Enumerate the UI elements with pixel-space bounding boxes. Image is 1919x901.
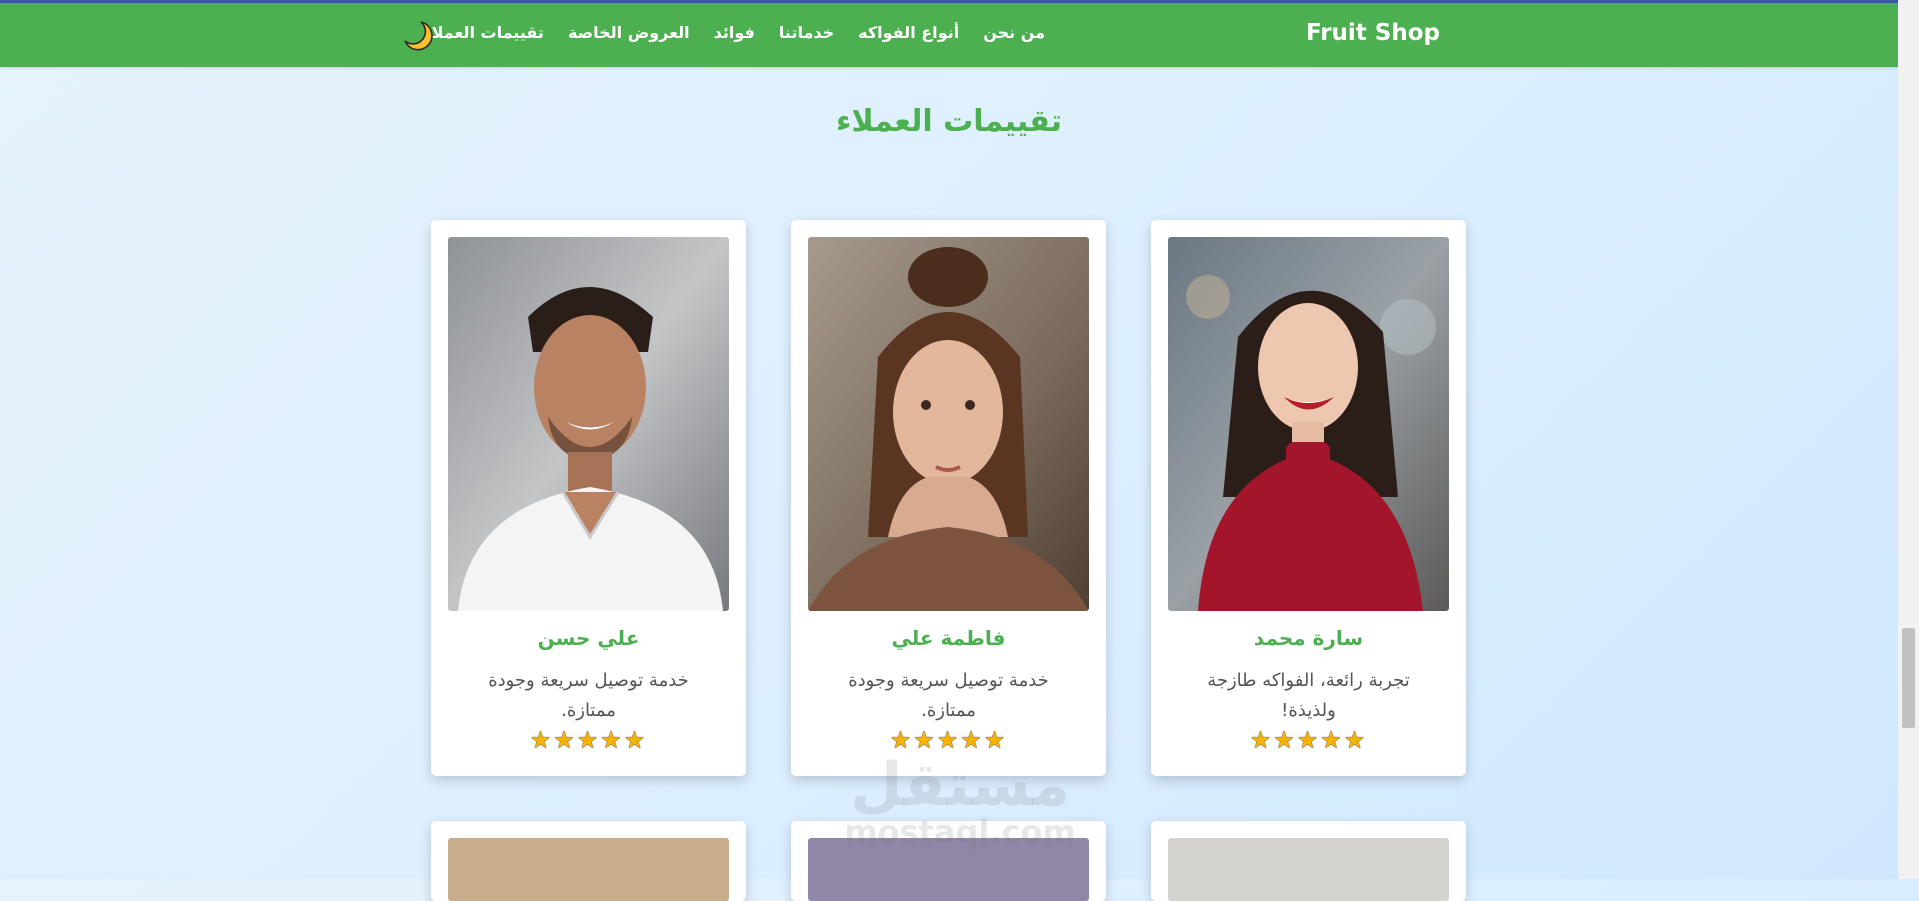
nav-link-about[interactable]: من نحن	[983, 23, 1045, 42]
review-text: تجربة رائعة، الفواكه طازجة ولذيذة!	[1207, 670, 1410, 721]
customer-photo	[448, 237, 729, 611]
brand-logo[interactable]: Fruit Shop	[1306, 20, 1440, 46]
nav-link-offers[interactable]: العروض الخاصة	[568, 23, 690, 42]
nav-link-services[interactable]: خدماتنا	[779, 23, 834, 42]
review-text: خدمة توصيل سريعة وجودة ممتازة.	[488, 670, 689, 721]
review-card: سارة محمد تجربة رائعة، الفواكه طازجة ولذ…	[1151, 220, 1466, 776]
customer-name: سارة محمد	[1253, 626, 1364, 650]
customer-photo	[1168, 237, 1449, 611]
customer-name: علي حسن	[537, 626, 640, 650]
customer-name: فاطمة علي	[891, 626, 1006, 650]
navbar: Fruit Shop من نحن أنواع الفواكه خدماتنا …	[0, 3, 1898, 67]
nav-link-reviews[interactable]: تقييمات العملاء	[423, 23, 544, 42]
nav-link-benefits[interactable]: فوائد	[714, 23, 755, 42]
scrollbar-track[interactable]	[1898, 0, 1919, 879]
scrollbar-thumb[interactable]	[1902, 628, 1915, 728]
review-text: خدمة توصيل سريعة وجودة ممتازة.	[848, 670, 1049, 721]
nav-links: من نحن أنواع الفواكه خدماتنا فوائد العرو…	[423, 23, 1045, 42]
review-card	[1151, 821, 1466, 901]
review-card	[431, 821, 746, 901]
review-card: فاطمة علي خدمة توصيل سريعة وجودة ممتازة.…	[791, 220, 1106, 776]
nav-link-fruit-types[interactable]: أنواع الفواكه	[858, 23, 959, 42]
customer-photo	[1168, 838, 1449, 901]
theme-toggle-button[interactable]	[398, 18, 438, 54]
star-rating: ★★★★★	[889, 726, 1008, 754]
customer-photo	[448, 838, 729, 901]
moon-icon	[404, 21, 433, 51]
section-title: تقييمات العملاء	[835, 104, 1063, 139]
star-rating: ★★★★★	[1249, 726, 1368, 754]
review-card	[791, 821, 1106, 901]
customer-photo	[808, 237, 1089, 611]
star-rating: ★★★★★	[529, 726, 648, 754]
review-card: علي حسن خدمة توصيل سريعة وجودة ممتازة. ★…	[431, 220, 746, 776]
customer-photo	[808, 838, 1089, 901]
